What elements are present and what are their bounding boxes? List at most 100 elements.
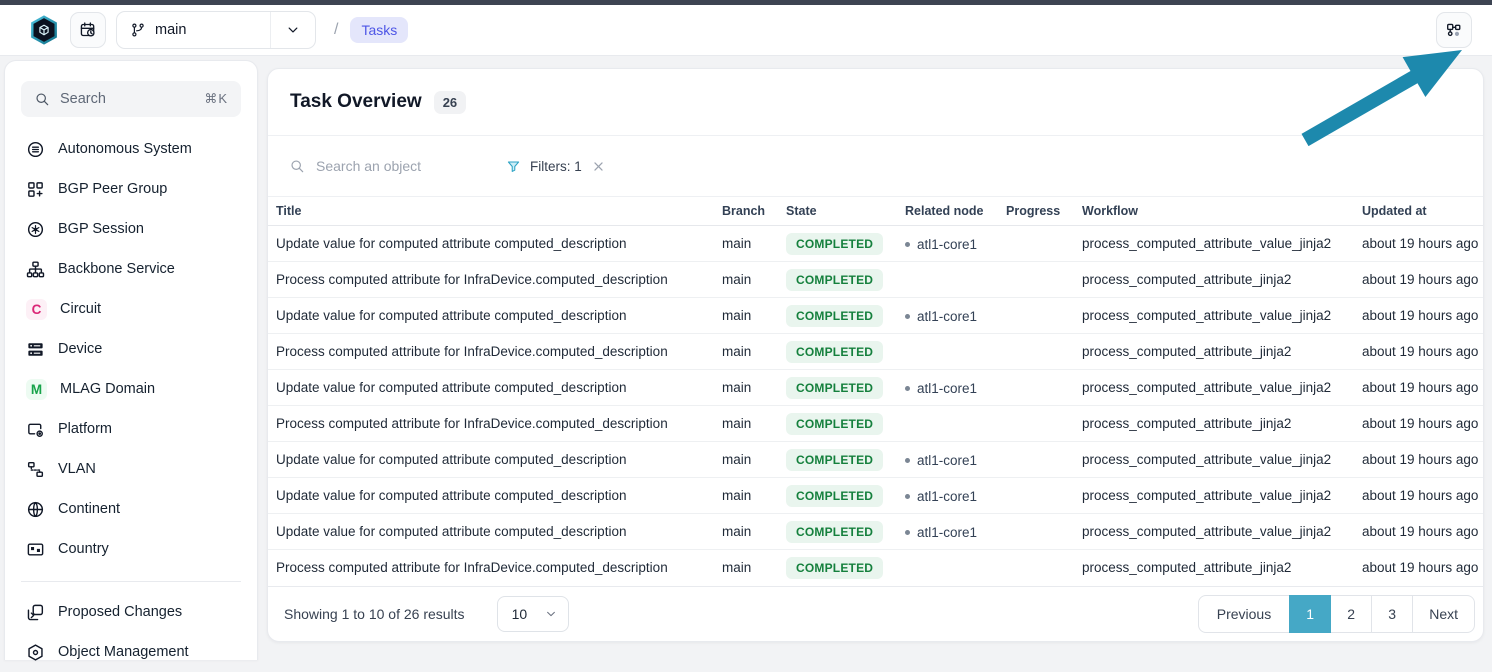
task-row[interactable]: Update value for computed attribute comp…	[268, 226, 1483, 262]
pagination-page-1[interactable]: 1	[1289, 595, 1331, 633]
task-state: COMPLETED	[778, 262, 897, 298]
task-row[interactable]: Update value for computed attribute comp…	[268, 514, 1483, 550]
top-bar: main / Tasks	[0, 5, 1492, 56]
sidebar-item-label: Proposed Changes	[58, 604, 182, 620]
sidebar-item-circuit[interactable]: CCircuit	[5, 289, 257, 329]
task-related-node	[897, 550, 998, 586]
task-row[interactable]: Process computed attribute for InfraDevi…	[268, 406, 1483, 442]
column-branch[interactable]: Branch	[714, 197, 778, 226]
task-state: COMPLETED	[778, 226, 897, 262]
task-row[interactable]: Process computed attribute for InfraDevi…	[268, 550, 1483, 586]
task-branch: main	[714, 370, 778, 406]
calendar-clock-icon	[79, 21, 97, 39]
task-updated-at: about 19 hours ago	[1354, 478, 1483, 514]
git-branch-icon	[130, 22, 146, 38]
task-progress	[998, 334, 1074, 370]
task-updated-at: about 19 hours ago	[1354, 334, 1483, 370]
sidebar-item-bgp-peer-group[interactable]: BGP Peer Group	[5, 169, 257, 209]
task-workflow: process_computed_attribute_jinja2	[1074, 550, 1354, 586]
task-branch: main	[714, 478, 778, 514]
panel-toolbar: Search an object Filters: 1	[268, 136, 1483, 196]
sidebar-item-autonomous-system[interactable]: Autonomous System	[5, 129, 257, 169]
sidebar-item-vlan[interactable]: VLAN	[5, 449, 257, 489]
state-badge: COMPLETED	[786, 413, 883, 435]
task-title: Update value for computed attribute comp…	[268, 478, 714, 514]
branch-selector[interactable]: main	[116, 11, 316, 49]
pagination-previous[interactable]: Previous	[1198, 595, 1290, 633]
bgp-peer-group-icon	[26, 180, 45, 199]
breadcrumb-separator: /	[334, 21, 338, 39]
pagination-page-3[interactable]: 3	[1371, 595, 1413, 633]
task-progress	[998, 406, 1074, 442]
object-search-input[interactable]: Search an object	[289, 158, 506, 174]
state-badge: COMPLETED	[786, 557, 883, 579]
task-row[interactable]: Update value for computed attribute comp…	[268, 478, 1483, 514]
sidebar-item-label: Circuit	[60, 301, 101, 317]
task-title: Process computed attribute for InfraDevi…	[268, 334, 714, 370]
column-title[interactable]: Title	[268, 197, 714, 226]
task-branch: main	[714, 262, 778, 298]
column-state[interactable]: State	[778, 197, 897, 226]
task-workflow: process_computed_attribute_value_jinja2	[1074, 478, 1354, 514]
sidebar-item-label: Autonomous System	[58, 141, 192, 157]
schema-button[interactable]	[1436, 12, 1472, 48]
chevron-down-icon	[544, 607, 558, 621]
task-title: Process computed attribute for InfraDevi…	[268, 262, 714, 298]
sidebar-item-mlag-domain[interactable]: MMLAG Domain	[5, 369, 257, 409]
sidebar-search[interactable]: Search ⌘K	[21, 81, 241, 117]
sidebar-item-backbone-service[interactable]: Backbone Service	[5, 249, 257, 289]
task-branch: main	[714, 226, 778, 262]
task-count-badge: 26	[434, 91, 466, 114]
task-progress	[998, 262, 1074, 298]
task-related-node: atl1-core1	[897, 514, 998, 550]
task-branch: main	[714, 334, 778, 370]
filter-funnel-icon[interactable]	[506, 159, 521, 174]
tasks-table: Title Branch State Related node Progress…	[268, 196, 1483, 586]
task-workflow: process_computed_attribute_value_jinja2	[1074, 226, 1354, 262]
chevron-down-icon	[285, 22, 301, 38]
sidebar-item-object-management[interactable]: Object Management	[5, 632, 257, 672]
task-row[interactable]: Process computed attribute for InfraDevi…	[268, 334, 1483, 370]
column-updated-at[interactable]: Updated at	[1354, 197, 1483, 226]
task-progress	[998, 478, 1074, 514]
column-related-node[interactable]: Related node	[897, 197, 998, 226]
column-progress[interactable]: Progress	[998, 197, 1074, 226]
filters-group: Filters: 1	[506, 159, 606, 174]
task-related-node: atl1-core1	[897, 226, 998, 262]
task-row[interactable]: Update value for computed attribute comp…	[268, 298, 1483, 334]
sidebar-search-placeholder: Search	[60, 91, 106, 107]
breadcrumb-tasks[interactable]: Tasks	[350, 17, 408, 43]
task-state: COMPLETED	[778, 550, 897, 586]
pagination-page-2[interactable]: 2	[1330, 595, 1372, 633]
task-state: COMPLETED	[778, 442, 897, 478]
page-size-select[interactable]: 10	[497, 596, 569, 632]
task-row[interactable]: Update value for computed attribute comp…	[268, 442, 1483, 478]
sidebar-item-bgp-session[interactable]: BGP Session	[5, 209, 257, 249]
task-row[interactable]: Update value for computed attribute comp…	[268, 370, 1483, 406]
continent-icon	[26, 500, 45, 519]
task-branch: main	[714, 550, 778, 586]
sidebar-item-proposed-changes[interactable]: Proposed Changes	[5, 592, 257, 632]
state-badge: COMPLETED	[786, 449, 883, 471]
task-title: Update value for computed attribute comp…	[268, 226, 714, 262]
schema-diagram-icon	[1445, 21, 1463, 39]
sidebar-item-continent[interactable]: Continent	[5, 489, 257, 529]
sidebar-item-country[interactable]: Country	[5, 529, 257, 569]
branch-dropdown-toggle[interactable]	[270, 12, 315, 48]
pagination-next[interactable]: Next	[1412, 595, 1475, 633]
task-title: Update value for computed attribute comp…	[268, 370, 714, 406]
object-management-icon	[26, 643, 45, 662]
task-row[interactable]: Process computed attribute for InfraDevi…	[268, 262, 1483, 298]
sidebar-item-platform[interactable]: Platform	[5, 409, 257, 449]
column-workflow[interactable]: Workflow	[1074, 197, 1354, 226]
task-related-node	[897, 334, 998, 370]
time-travel-button[interactable]	[70, 12, 106, 48]
sidebar-item-device[interactable]: Device	[5, 329, 257, 369]
results-summary: Showing 1 to 10 of 26 results	[276, 606, 465, 622]
node-dot-icon	[905, 494, 910, 499]
task-workflow: process_computed_attribute_value_jinja2	[1074, 514, 1354, 550]
backbone-service-icon	[26, 260, 45, 279]
infrahub-logo[interactable]	[28, 14, 60, 46]
sidebar-item-label: Country	[58, 541, 109, 557]
clear-filters-icon[interactable]	[591, 159, 606, 174]
